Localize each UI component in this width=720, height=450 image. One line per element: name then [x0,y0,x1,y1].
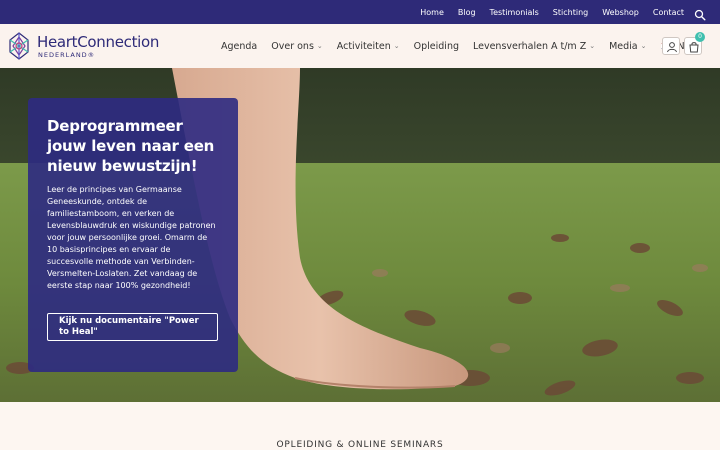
hero-card: Deprogrammeer jouw leven naar een nieuw … [28,98,238,372]
nav-label: Opleiding [413,40,459,52]
top-link-stichting[interactable]: Stichting [553,8,588,17]
logo-mark-icon [9,32,29,60]
documentary-button[interactable]: Kijk nu documentaire "Power to Heal" [47,313,218,341]
top-link-blog[interactable]: Blog [458,8,476,17]
main-nav: Agenda Over ons ⌄ Activiteiten ⌄ Opleiding… [221,24,699,68]
nav-media[interactable]: Media ⌄ [609,41,646,52]
nav-label: Activiteiten [336,40,391,52]
nav-agenda[interactable]: Agenda [221,41,257,52]
account-button[interactable] [662,37,680,55]
hero-body: Leer de principes van Germaanse Geneesku… [47,185,216,290]
chevron-down-icon: ⌄ [589,42,596,50]
search-icon[interactable] [694,6,706,21]
logo[interactable]: HeartConnection NEDERLAND® [6,30,160,62]
hero-title: Deprogrammeer jouw leven naar een nieuw … [47,117,215,175]
nav-opleiding[interactable]: Opleiding [414,41,459,52]
top-links: Home Blog Testimonials Stichting Webshop… [420,0,684,24]
nav-label: Over ons [271,40,314,52]
cart-button[interactable]: 0 [684,32,705,55]
nav-label: Media [609,40,638,52]
main-header: HeartConnection NEDERLAND® Agenda Over o… [0,24,720,68]
nav-label: Agenda [221,40,258,52]
cart-count-badge: 0 [695,32,705,42]
logo-subtitle: NEDERLAND® [38,51,96,59]
top-link-home[interactable]: Home [420,8,444,17]
user-icon [667,42,677,53]
logo-name: HeartConnection [37,33,160,51]
nav-activiteiten[interactable]: Activiteiten ⌄ [337,41,400,52]
top-bar: Home Blog Testimonials Stichting Webshop… [0,0,720,24]
nav-label: Levensverhalen A t/m Z [473,40,587,52]
nav-over-ons[interactable]: Over ons ⌄ [271,41,323,52]
section-heading: OPLEIDING & ONLINE SEMINARS [276,440,444,450]
cart-icon [689,42,699,53]
hero-section: Deprogrammeer jouw leven naar een nieuw … [0,68,720,402]
top-link-contact[interactable]: Contact [653,8,684,17]
top-link-testimonials[interactable]: Testimonials [490,8,539,17]
chevron-down-icon: ⌄ [316,42,323,50]
chevron-down-icon: ⌄ [640,42,647,50]
nav-levensverhalen[interactable]: Levensverhalen A t/m Z ⌄ [473,41,595,52]
chevron-down-icon: ⌄ [393,42,400,50]
top-link-webshop[interactable]: Webshop [602,8,639,17]
